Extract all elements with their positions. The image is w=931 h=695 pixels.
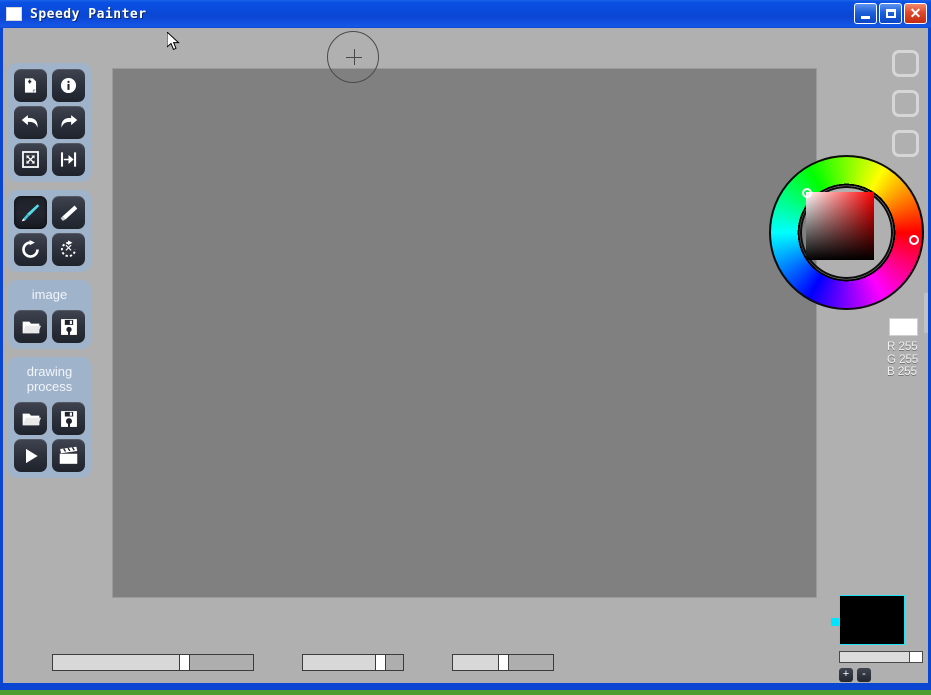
brush-size-slider-fill <box>53 655 179 670</box>
tool-group-drawing-tools <box>8 190 91 272</box>
window-title: Speedy Painter <box>30 6 147 22</box>
brush-flow-slider[interactable] <box>452 654 554 671</box>
brush-tool-button[interactable] <box>14 196 47 229</box>
maximize-icon <box>885 9 896 18</box>
rgb-readout: R 255 G 255 B 255 <box>887 341 918 379</box>
folder-open-icon <box>22 321 41 333</box>
new-document-icon <box>24 78 37 93</box>
dashed-rotate-icon <box>60 240 77 258</box>
undo-button[interactable] <box>14 106 47 139</box>
export-video-button[interactable] <box>52 439 85 472</box>
mouse-cursor <box>167 32 180 51</box>
current-color-swatch <box>889 318 918 336</box>
brush-flow-slider-fill <box>453 655 498 670</box>
maximize-button[interactable] <box>879 3 902 24</box>
layer-active-indicator <box>831 618 839 626</box>
brush-flow-slider-track <box>509 655 553 670</box>
floppy-save-icon <box>60 318 77 335</box>
new-image-button[interactable] <box>14 69 47 102</box>
vertical-scrollbar[interactable] <box>924 293 928 333</box>
close-icon: ✕ <box>909 5 922 21</box>
drawing-process-group-label: drawing process <box>13 363 86 398</box>
floppy-gear-icon <box>60 410 77 427</box>
play-triangle-icon <box>25 448 38 463</box>
panel-toggle-2[interactable] <box>892 90 919 117</box>
left-toolbar: image drawing process <box>8 63 91 486</box>
layer-opacity-knob[interactable] <box>909 652 922 662</box>
brush-size-slider-track <box>190 655 253 670</box>
application-window: Speedy Painter ✕ image drawing process R… <box>0 0 931 690</box>
fit-screen-button[interactable] <box>14 143 47 176</box>
brush-flow-slider-knob[interactable] <box>498 655 509 670</box>
fit-width-button[interactable] <box>52 143 85 176</box>
info-icon <box>60 77 77 94</box>
redo-arrow-icon <box>61 115 78 128</box>
drawing-canvas[interactable] <box>112 31 817 598</box>
rgb-blue-value: B 255 <box>887 366 918 378</box>
brush-opacity-slider-fill <box>303 655 375 670</box>
play-process-button[interactable] <box>14 439 47 472</box>
image-group-label: image <box>31 287 68 302</box>
rgb-red-value: R 255 <box>887 341 918 353</box>
brush-opacity-slider-track <box>386 655 403 670</box>
tool-group-drawing-process: drawing process <box>8 357 91 478</box>
layer-buttons: + - <box>839 668 919 682</box>
reset-rotate-button[interactable] <box>52 233 85 266</box>
info-button[interactable] <box>52 69 85 102</box>
right-panel-toggles <box>892 50 919 157</box>
client-area: image drawing process R 255 G 255 B 255 … <box>3 28 928 683</box>
clapperboard-icon <box>59 446 78 464</box>
tool-group-image: image <box>8 280 91 349</box>
remove-layer-button[interactable]: - <box>857 668 871 682</box>
layers-panel: + - <box>831 595 923 682</box>
crosshair-horizontal <box>346 57 362 58</box>
title-bar: Speedy Painter ✕ <box>0 0 931 28</box>
minimize-icon <box>861 15 870 19</box>
window-controls: ✕ <box>854 3 927 24</box>
layer-opacity-slider[interactable] <box>839 651 923 663</box>
brush-size-cursor <box>327 31 379 83</box>
tool-group-file-and-view <box>8 63 91 182</box>
redo-button[interactable] <box>52 106 85 139</box>
panel-toggle-3[interactable] <box>892 130 919 157</box>
open-image-button[interactable] <box>14 310 47 343</box>
minimize-button[interactable] <box>854 3 877 24</box>
fit-to-screen-icon <box>22 151 39 168</box>
saturation-value-square[interactable] <box>806 192 874 260</box>
brush-size-slider-knob[interactable] <box>179 655 190 670</box>
fit-to-width-icon <box>60 152 77 167</box>
rgb-green-value: G 255 <box>887 353 919 366</box>
open-process-button[interactable] <box>14 402 47 435</box>
eraser-tool-button[interactable] <box>52 196 85 229</box>
brush-opacity-slider-knob[interactable] <box>375 655 386 670</box>
layer-thumbnail[interactable] <box>839 595 905 645</box>
folder-open-icon <box>22 413 41 425</box>
brush-size-slider[interactable] <box>52 654 254 671</box>
eraser-icon <box>60 205 78 221</box>
save-process-button[interactable] <box>52 402 85 435</box>
save-image-button[interactable] <box>52 310 85 343</box>
layer-opacity-fill <box>840 652 909 662</box>
app-window-icon <box>6 7 22 21</box>
close-button[interactable]: ✕ <box>904 3 927 24</box>
paintbrush-icon <box>21 204 40 222</box>
color-wheel[interactable] <box>769 155 924 310</box>
add-layer-button[interactable]: + <box>839 668 853 682</box>
rotate-button[interactable] <box>14 233 47 266</box>
brush-opacity-slider[interactable] <box>302 654 404 671</box>
drawing-process-label-line2: process <box>26 379 73 394</box>
drawing-process-label-line1: drawing <box>26 364 73 379</box>
crosshair-vertical <box>354 49 355 65</box>
rotate-cw-icon <box>22 240 39 258</box>
undo-arrow-icon <box>21 115 38 128</box>
panel-toggle-1[interactable] <box>892 50 919 77</box>
